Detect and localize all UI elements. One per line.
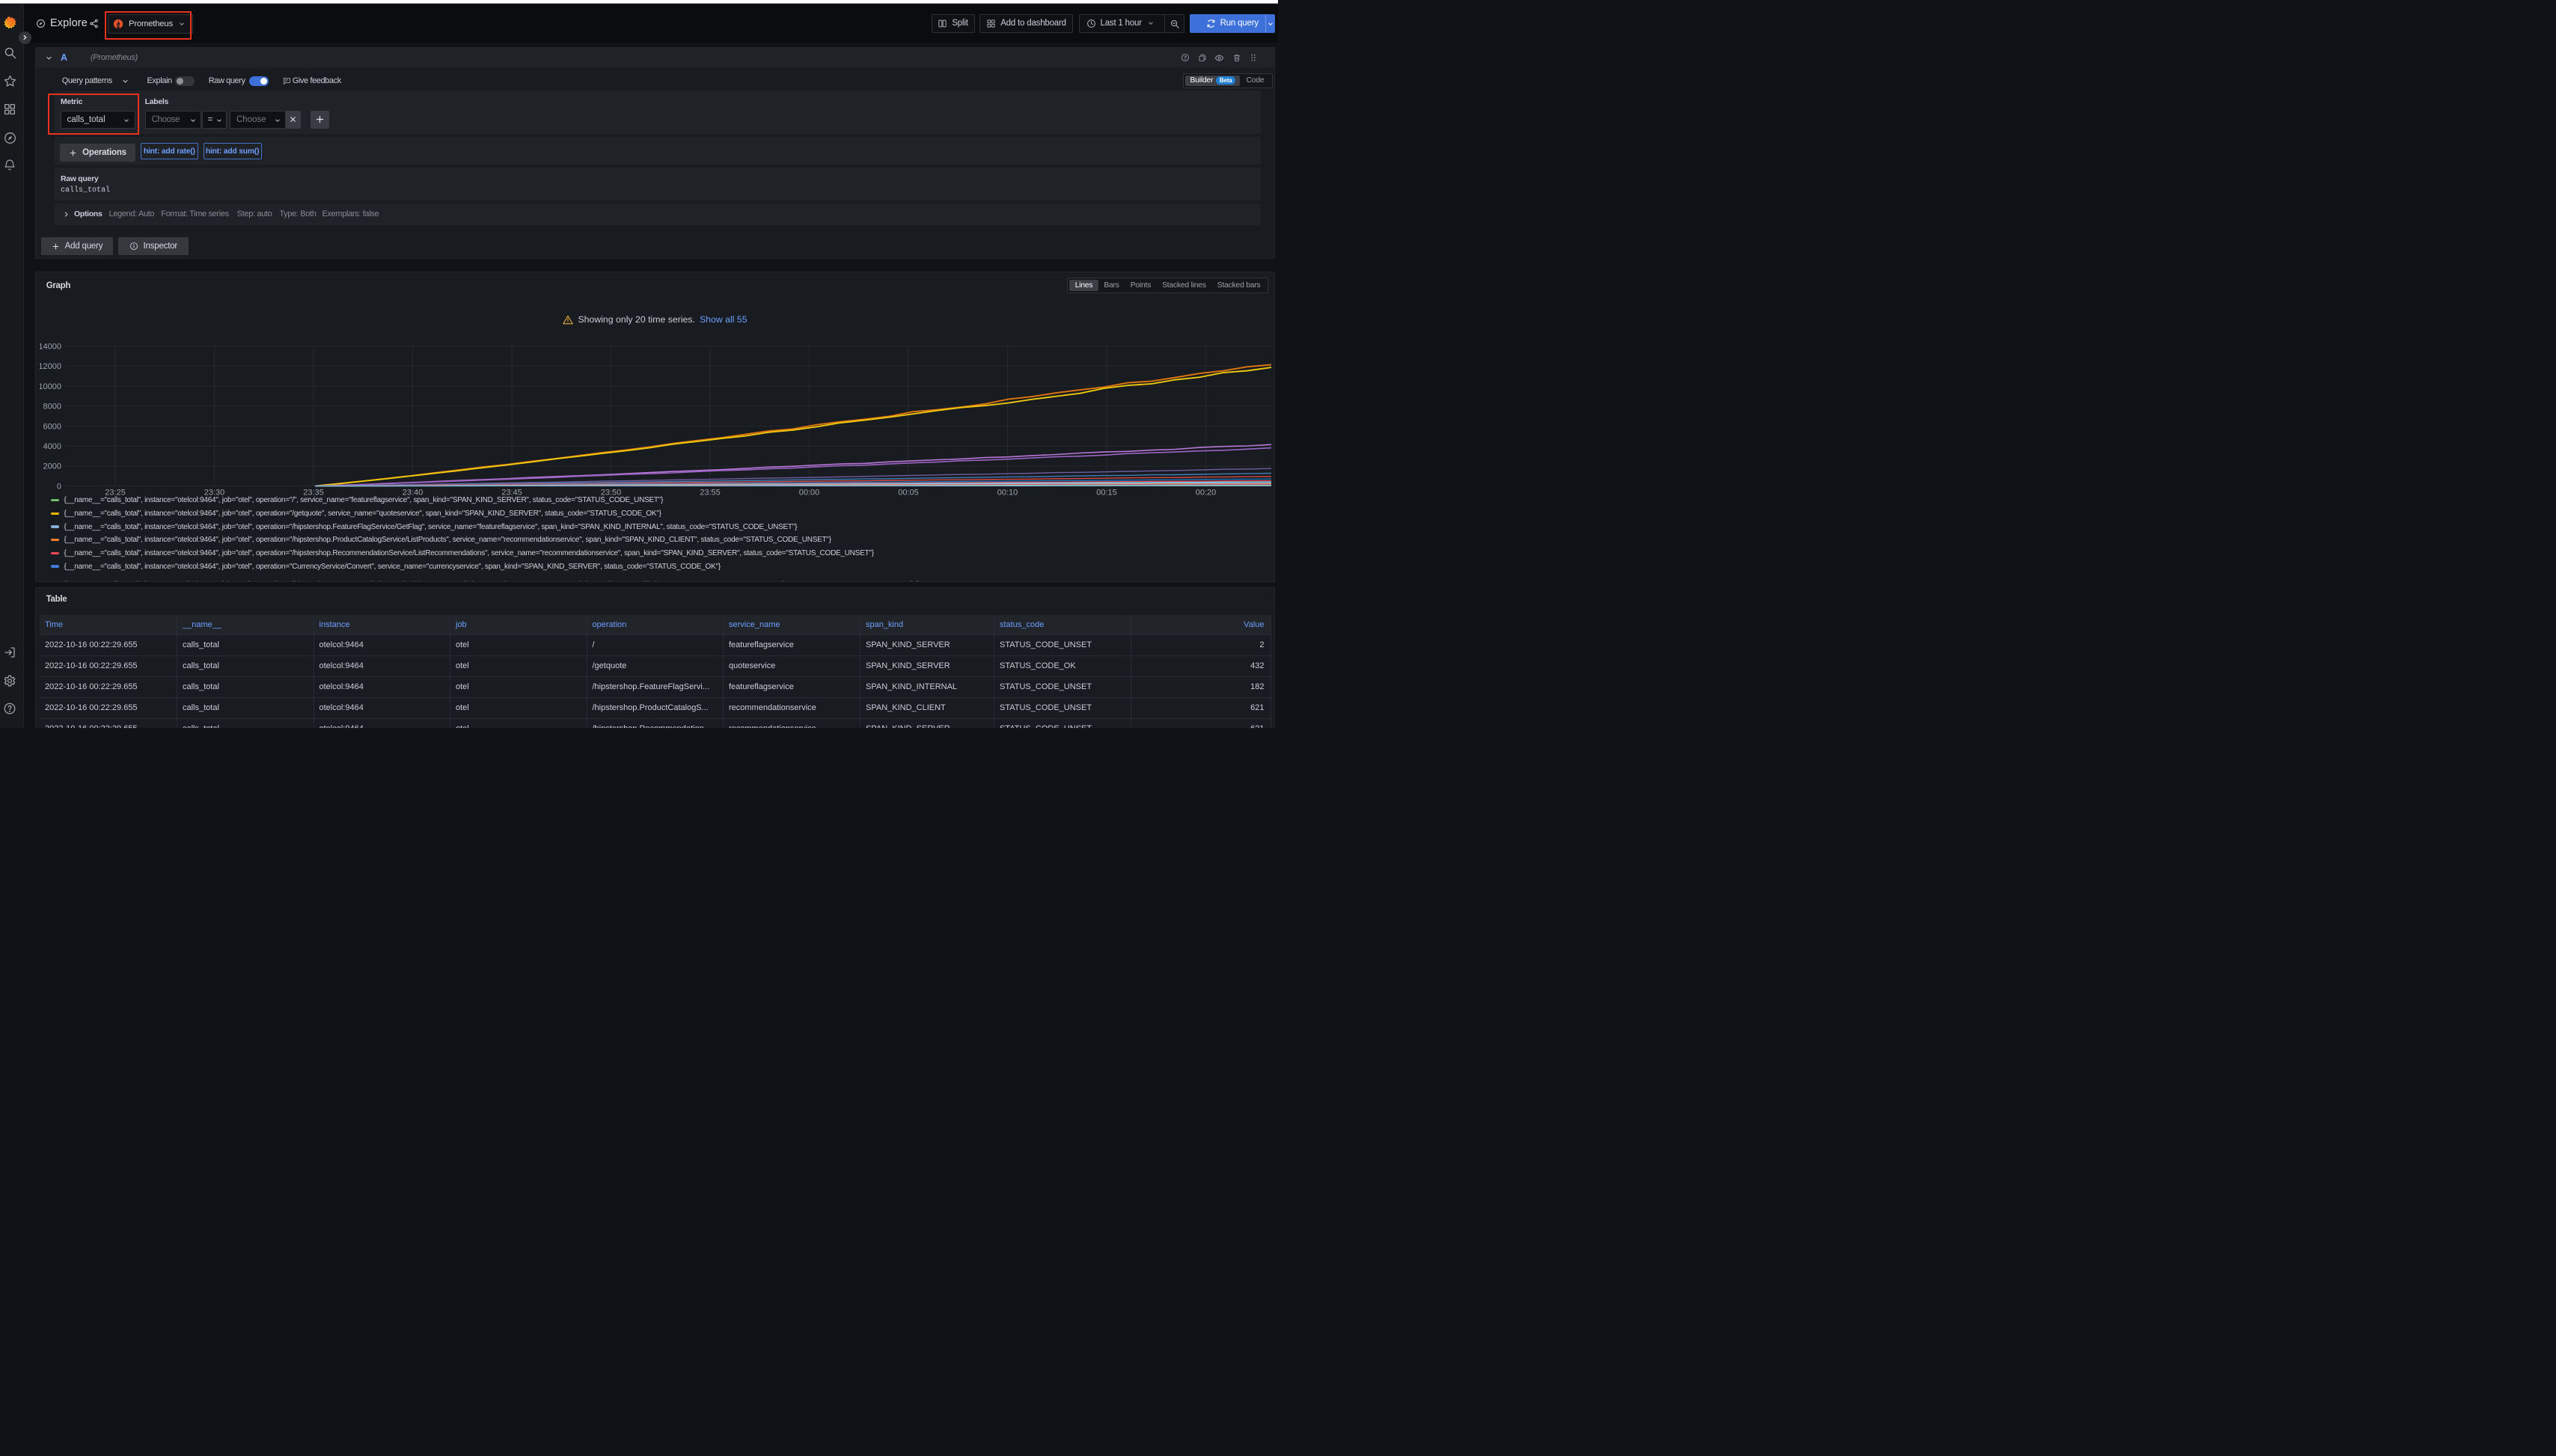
svg-text:00:15: 00:15 <box>1096 489 1117 498</box>
svg-text:2000: 2000 <box>43 462 61 471</box>
svg-text:6000: 6000 <box>43 422 61 431</box>
svg-text:00:20: 00:20 <box>1196 489 1217 498</box>
svg-text:14000: 14000 <box>40 343 61 352</box>
svg-text:00:00: 00:00 <box>799 489 820 498</box>
svg-text:23:55: 23:55 <box>700 489 721 498</box>
svg-text:8000: 8000 <box>43 403 61 412</box>
svg-text:10000: 10000 <box>40 382 61 391</box>
svg-text:0: 0 <box>57 482 61 491</box>
svg-text:00:05: 00:05 <box>898 489 919 498</box>
svg-text:4000: 4000 <box>43 442 61 451</box>
svg-text:00:10: 00:10 <box>997 489 1018 498</box>
svg-text:12000: 12000 <box>40 362 61 371</box>
